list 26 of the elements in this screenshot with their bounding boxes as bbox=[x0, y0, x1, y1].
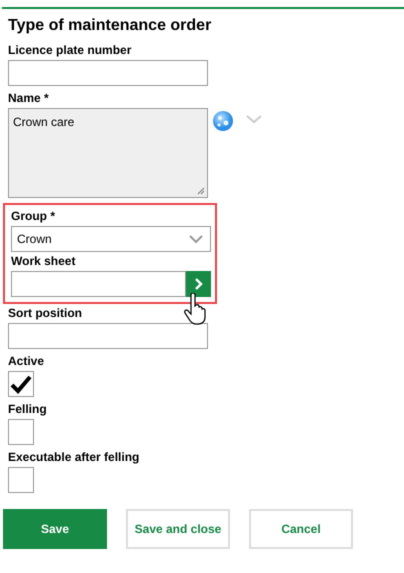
field-label: Felling bbox=[8, 402, 48, 416]
form-button[interactable]: Save bbox=[3, 509, 107, 549]
chevron-down-icon[interactable] bbox=[246, 114, 262, 124]
field-label: Licence plate number bbox=[8, 43, 132, 57]
globe-icon[interactable] bbox=[212, 110, 234, 132]
resize-grip-icon[interactable] bbox=[197, 187, 205, 195]
form-title: Type of maintenance order bbox=[8, 17, 212, 35]
chevron-right-icon bbox=[194, 278, 204, 290]
checkbox[interactable] bbox=[8, 371, 34, 397]
field-label: Sort position bbox=[8, 306, 83, 320]
field-label: Executable after felling bbox=[8, 450, 140, 464]
checkbox[interactable] bbox=[8, 419, 34, 445]
lookup-button[interactable] bbox=[186, 271, 211, 297]
checkbox[interactable] bbox=[8, 467, 34, 493]
input-field[interactable] bbox=[8, 323, 208, 349]
field-label: Active bbox=[8, 354, 46, 368]
name-textarea[interactable]: Crown care bbox=[8, 108, 208, 198]
field-label: Work sheet bbox=[11, 254, 76, 268]
group-dropdown[interactable]: Crown bbox=[11, 226, 211, 252]
input-field[interactable] bbox=[11, 271, 186, 297]
field-label: Group * bbox=[11, 209, 56, 223]
input-field[interactable] bbox=[8, 60, 208, 86]
chevron-down-icon bbox=[189, 234, 203, 244]
form-button[interactable]: Save and close bbox=[126, 509, 230, 549]
field-label: Name * bbox=[8, 91, 50, 105]
form-button[interactable]: Cancel bbox=[249, 509, 353, 549]
